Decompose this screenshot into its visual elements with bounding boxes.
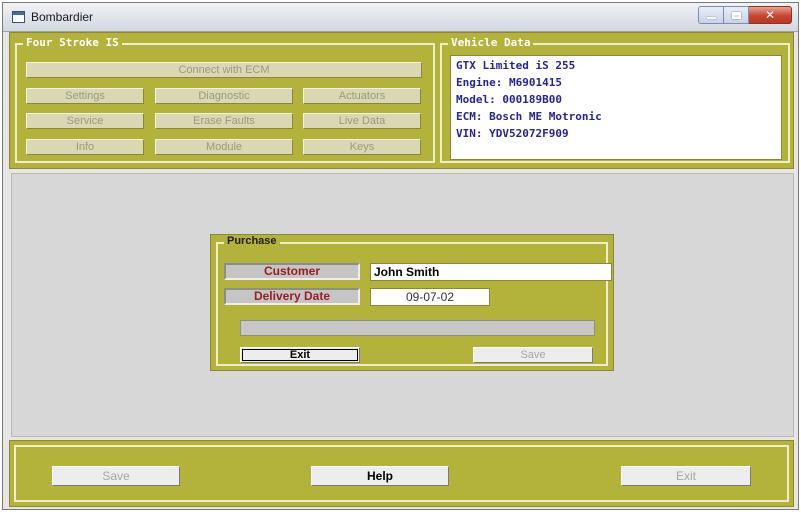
service-button[interactable]: Service (26, 113, 144, 129)
customer-label: Customer (224, 263, 360, 280)
vehicle-data-group: Vehicle Data GTX Limited iS 255 Engine: … (440, 36, 790, 163)
minimize-button[interactable] (698, 6, 724, 24)
diagnostic-button[interactable]: Diagnostic (155, 88, 293, 104)
four-stroke-group: Four Stroke IS Connect with ECM Settings… (15, 36, 435, 163)
erase-faults-button[interactable]: Erase Faults (155, 113, 293, 129)
vehicle-data-legend: Vehicle Data (448, 36, 534, 49)
actuators-button[interactable]: Actuators (303, 88, 421, 104)
module-button[interactable]: Module (155, 139, 293, 155)
window-controls: ✕ (698, 6, 792, 24)
maximize-icon (731, 11, 741, 19)
bottom-button-group: Save Help Exit (14, 445, 789, 502)
minimize-icon (706, 17, 716, 19)
window-title: Bombardier (31, 10, 94, 24)
vehicle-data-line: Engine: M6901415 (456, 76, 562, 89)
live-data-button[interactable]: Live Data (303, 113, 421, 129)
help-button[interactable]: Help (311, 466, 449, 486)
purchase-legend: Purchase (224, 235, 280, 247)
top-panel: Four Stroke IS Connect with ECM Settings… (9, 32, 794, 169)
vehicle-data-line: Model: 000189B00 (456, 93, 562, 106)
app-window: Bombardier ✕ Four Stroke IS Connect with… (2, 2, 799, 510)
title-bar[interactable]: Bombardier ✕ (3, 3, 798, 32)
purchase-panel: Purchase Customer John Smith Delivery Da… (210, 234, 614, 371)
four-stroke-legend: Four Stroke IS (23, 36, 122, 49)
content-area: Purchase Customer John Smith Delivery Da… (11, 173, 794, 437)
keys-button[interactable]: Keys (303, 139, 421, 155)
save-button[interactable]: Save (52, 466, 180, 486)
maximize-button[interactable] (724, 6, 749, 24)
close-icon: ✕ (764, 8, 776, 22)
delivery-date-label: Delivery Date (224, 288, 360, 305)
settings-button[interactable]: Settings (26, 88, 144, 104)
info-button[interactable]: Info (26, 139, 144, 155)
vehicle-data-line: ECM: Bosch ME Motronic (456, 110, 602, 123)
purchase-exit-button[interactable]: Exit (240, 347, 360, 363)
customer-field[interactable]: John Smith (370, 263, 612, 281)
bottom-panel: Save Help Exit (9, 440, 794, 507)
close-button[interactable]: ✕ (749, 6, 792, 24)
purchase-progress-bar (240, 320, 595, 336)
delivery-date-field[interactable]: 09-07-02 (370, 288, 490, 306)
connect-ecm-button[interactable]: Connect with ECM (26, 62, 422, 78)
vehicle-data-line: GTX Limited iS 255 (456, 59, 576, 72)
vehicle-data-line: VIN: YDV52072F909 (456, 127, 569, 140)
exit-button[interactable]: Exit (621, 466, 751, 486)
app-window-icon (12, 11, 25, 23)
purchase-save-button[interactable]: Save (473, 347, 593, 363)
purchase-group: Purchase Customer John Smith Delivery Da… (216, 235, 612, 366)
vehicle-data-list[interactable]: GTX Limited iS 255 Engine: M6901415 Mode… (450, 55, 782, 160)
